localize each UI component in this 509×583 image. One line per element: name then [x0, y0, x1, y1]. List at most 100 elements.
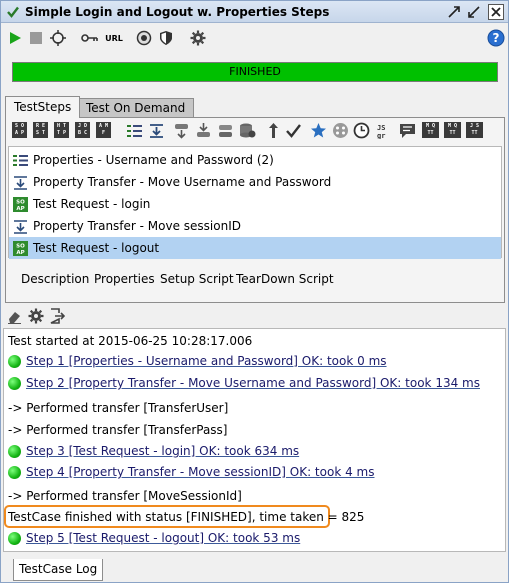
gear-icon	[190, 30, 206, 46]
add-json-step-button[interactable]: J S TT	[466, 122, 483, 138]
log-toolbar	[7, 308, 67, 326]
database-icon[interactable]	[239, 122, 256, 139]
delay-icon[interactable]	[195, 122, 212, 139]
check-icon	[7, 6, 19, 18]
teststep-list: Properties - Username and Password (2) P…	[8, 146, 502, 259]
target-button[interactable]	[49, 29, 67, 47]
list-item[interactable]: SO AP Test Request - login	[9, 193, 501, 215]
svg-text:AP: AP	[16, 206, 24, 212]
testcase-subtabs: Description Properties Setup Script Tear…	[6, 268, 502, 290]
script-icon[interactable]: JSgr	[376, 122, 393, 139]
step-label: Test Request - logout	[33, 241, 160, 255]
tab-testcase-log[interactable]: TestCase Log	[13, 559, 104, 581]
list-item[interactable]: Property Transfer - Move Username and Pa…	[9, 171, 501, 193]
status-ok-icon	[8, 445, 21, 458]
log-line: -> Performed transfer [MoveSessionId]	[8, 489, 242, 503]
shield-icon	[160, 31, 172, 45]
stop-icon	[30, 32, 42, 44]
list-item[interactable]: Properties - Username and Password (2)	[9, 149, 501, 171]
auth-button[interactable]	[81, 29, 99, 47]
log-line-finished: TestCase finished with status [FINISHED]…	[8, 510, 365, 524]
export-icon[interactable]	[49, 308, 65, 324]
tab-description[interactable]: Description	[21, 272, 89, 286]
add-soap-step-button[interactable]: S OA P	[12, 122, 27, 138]
step-label: Properties - Username and Password (2)	[33, 153, 274, 167]
settings-button[interactable]	[189, 29, 207, 47]
mock-response-icon[interactable]	[332, 122, 349, 139]
svg-text:SO: SO	[16, 244, 25, 250]
log-step-link[interactable]: Step 5 [Test Request - logout] OK: took …	[26, 528, 300, 548]
transfer-icon	[14, 220, 27, 234]
tab-properties[interactable]: Properties	[94, 272, 155, 286]
log-line: -> Performed transfer [TransferPass]	[8, 423, 228, 437]
close-icon[interactable]	[488, 4, 504, 20]
step-label: Test Request - login	[33, 197, 151, 211]
assertion-check-icon[interactable]	[285, 122, 302, 139]
progress-status: FINISHED	[229, 65, 281, 78]
add-mq-publish-button[interactable]: M Q TT	[444, 122, 461, 138]
comment-icon[interactable]	[399, 122, 416, 139]
testcase-window: Simple Login and Logout w. Properties St…	[0, 0, 509, 583]
add-amf-step-button[interactable]: A MF	[96, 122, 111, 138]
step-label: Property Transfer - Move sessionID	[33, 219, 241, 233]
tab-test-on-demand[interactable]: Test On Demand	[77, 98, 195, 117]
tab-teardown-script[interactable]: TearDown Script	[236, 272, 334, 286]
progress-bar: FINISHED	[12, 62, 498, 82]
security-button[interactable]	[157, 29, 175, 47]
step-label: Property Transfer - Move Username and Pa…	[33, 175, 332, 189]
list-item[interactable]: SO AP Test Request - logout	[9, 237, 501, 259]
transfer-icon[interactable]	[148, 122, 165, 139]
target-icon	[50, 30, 66, 46]
step-toolbar: S OA P R ES T H TT P J DB C A MF JS gr M …	[12, 122, 502, 142]
add-mq-step-button[interactable]: M Q TT	[422, 122, 439, 138]
add-jdbc-step-button[interactable]: J DB C	[75, 122, 90, 138]
add-rest-step-button[interactable]: R ES T	[33, 122, 48, 138]
title-bar: Simple Login and Logout w. Properties St…	[1, 1, 508, 23]
log-step-link[interactable]: Step 4 [Property Transfer - Move session…	[26, 462, 374, 482]
log-line: Test started at 2015-06-25 10:28:17.006	[8, 334, 253, 348]
status-ok-icon	[8, 355, 21, 368]
key-icon	[81, 34, 98, 42]
help-button[interactable]: ?	[487, 29, 505, 47]
transfer-icon	[14, 176, 27, 190]
svg-text:AP: AP	[16, 250, 24, 256]
clock-icon[interactable]	[353, 122, 370, 139]
url-icon: URL	[105, 33, 123, 43]
tab-teststeps[interactable]: TestSteps	[5, 96, 81, 118]
help-icon: ?	[487, 29, 505, 47]
restore-icon[interactable]	[466, 4, 482, 20]
testcase-log: Test started at 2015-06-25 10:28:17.006 …	[3, 328, 506, 552]
svg-text:gr: gr	[377, 132, 385, 139]
svg-text:SO: SO	[16, 200, 25, 206]
status-ok-icon	[8, 532, 21, 545]
eraser-icon[interactable]	[7, 309, 22, 324]
soap-request-icon: SOAP	[13, 197, 28, 212]
star-icon[interactable]	[310, 122, 327, 139]
conditional-goto-icon[interactable]	[173, 122, 190, 139]
testcase-toolbar: URL ?	[1, 24, 508, 51]
run-button[interactable]	[6, 29, 24, 47]
gear-icon[interactable]	[28, 308, 44, 324]
options-icon	[136, 30, 152, 46]
url-button[interactable]: URL	[103, 29, 125, 47]
teststeps-panel: S OA P R ES T H TT P J DB C A MF JS gr M …	[5, 117, 505, 303]
log-step-link[interactable]: Step 2 [Property Transfer - Move Usernam…	[26, 373, 480, 393]
log-line: -> Performed transfer [TransferUser]	[8, 401, 229, 415]
log-step-link[interactable]: Step 1 [Properties - Username and Passwo…	[26, 351, 387, 371]
options-button[interactable]	[135, 29, 153, 47]
status-ok-icon	[8, 466, 21, 479]
maximize-icon[interactable]	[446, 4, 462, 20]
add-http-step-button[interactable]: H TT P	[54, 122, 69, 138]
soap-request-icon: SOAP	[13, 241, 28, 256]
stop-button[interactable]	[27, 29, 45, 47]
log-step-link[interactable]: Step 3 [Test Request - login] OK: took 6…	[26, 441, 299, 461]
list-item[interactable]: Property Transfer - Move sessionID	[9, 215, 501, 237]
status-ok-icon	[8, 377, 21, 390]
tab-setup-script[interactable]: Setup Script	[160, 272, 234, 286]
run-testcase-icon[interactable]	[265, 122, 282, 139]
properties-icon	[13, 155, 28, 166]
properties-icon[interactable]	[126, 122, 143, 139]
svg-text:JS: JS	[377, 124, 385, 132]
datasource-icon[interactable]	[217, 122, 234, 139]
play-icon	[10, 32, 21, 44]
